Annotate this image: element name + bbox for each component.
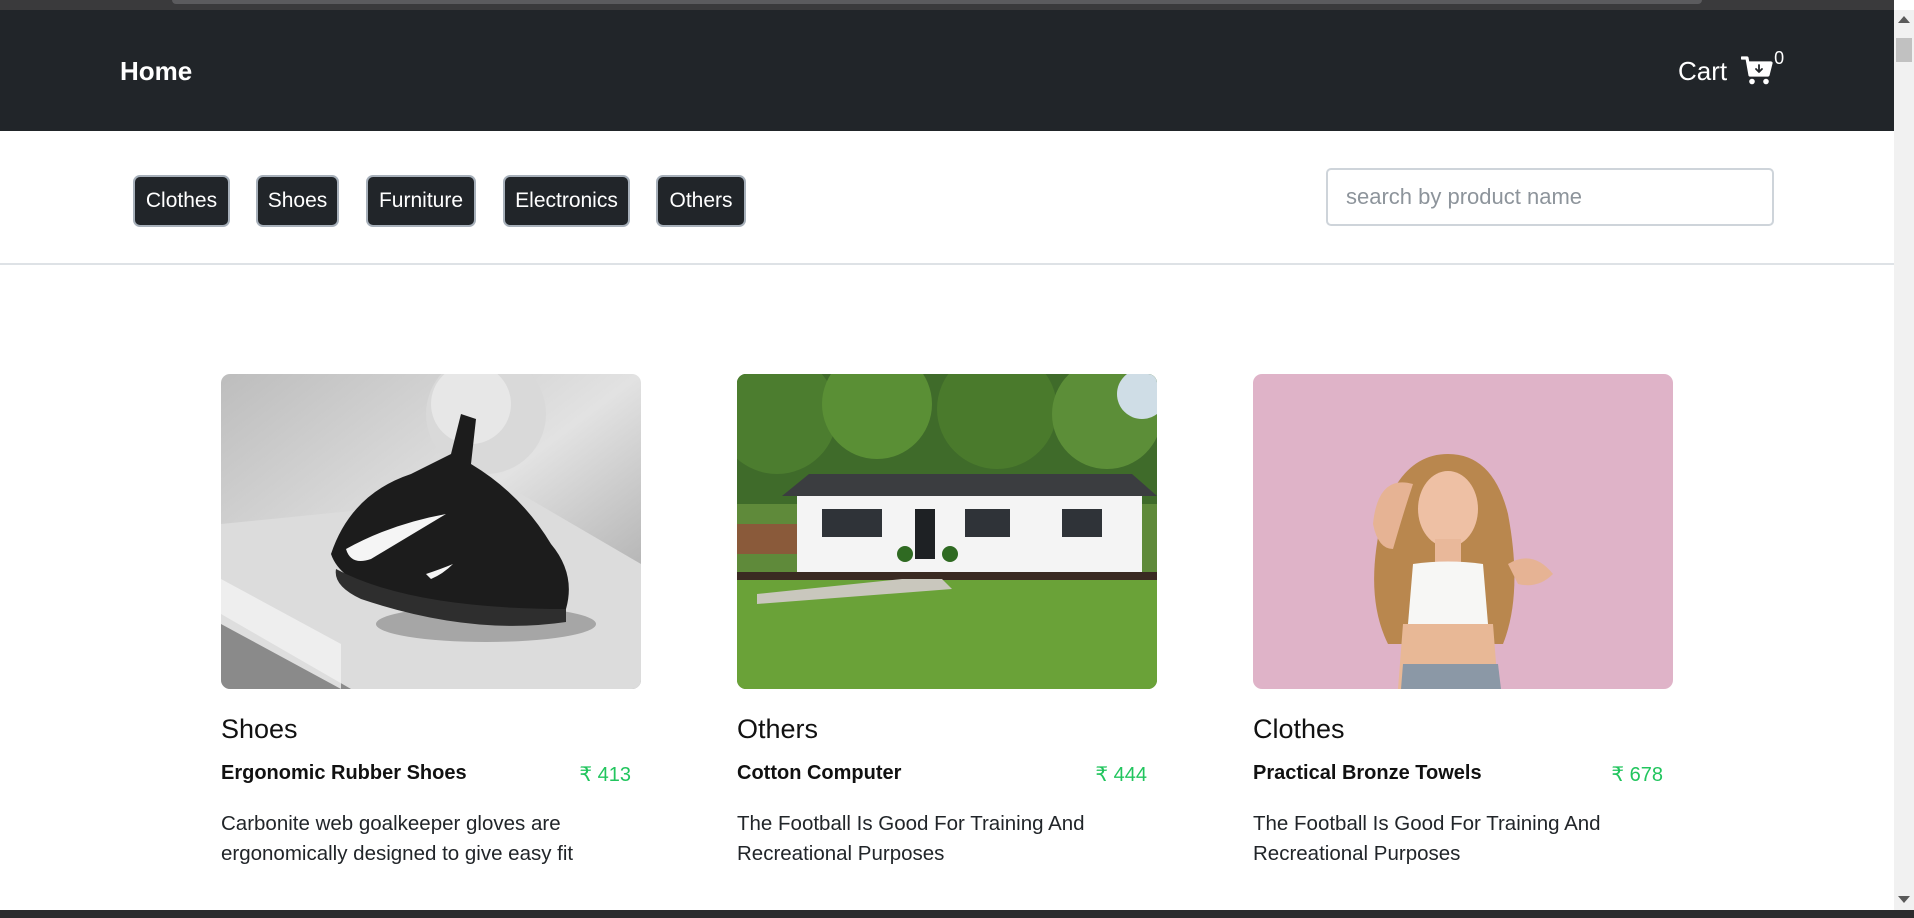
cart-icon — [1741, 56, 1773, 85]
product-category-title: Clothes — [1253, 714, 1345, 744]
product-card[interactable]: Others Cotton Computer ₹ 444 The Footbal… — [737, 374, 1157, 869]
product-card[interactable]: Shoes Ergonomic Rubber Shoes ₹ 413 Carbo… — [221, 374, 641, 869]
category-button-furniture[interactable]: Furniture — [366, 175, 476, 227]
product-image-sneaker — [221, 374, 641, 689]
browser-tab-strip — [172, 0, 1702, 4]
product-category-title: Others — [737, 714, 819, 744]
product-category-title: Shoes — [221, 714, 298, 744]
product-description: Carbonite web goalkeeper gloves are ergo… — [221, 812, 574, 865]
category-button-clothes[interactable]: Clothes — [133, 175, 230, 227]
cart-count-badge: 0 — [1774, 48, 1785, 68]
product-name-price-row: Cotton Computer ₹ 444 — [737, 762, 1147, 792]
product-image-woman — [1253, 374, 1673, 689]
product-name-price-row: Ergonomic Rubber Shoes ₹ 413 — [221, 762, 631, 792]
product-price: ₹ 444 — [1095, 764, 1147, 786]
product-description: The Football Is Good For Training And Re… — [737, 812, 1085, 865]
product-price: ₹ 413 — [579, 764, 631, 786]
scroll-up-arrow-icon[interactable] — [1898, 16, 1910, 23]
browser-chrome-edge — [0, 0, 1894, 10]
cart-label: Cart — [1678, 56, 1728, 86]
home-link[interactable]: Home — [120, 56, 192, 87]
product-name: Ergonomic Rubber Shoes — [221, 762, 467, 784]
navbar: Home Cart 0 — [0, 10, 1894, 131]
category-button-others[interactable]: Others — [656, 175, 746, 227]
filter-bar: Clothes Shoes Furniture Electronics Othe… — [0, 131, 1894, 265]
product-price: ₹ 678 — [1611, 764, 1663, 786]
browser-bottom-edge — [0, 910, 1914, 918]
product-card[interactable]: Clothes Practical Bronze Towels ₹ 678 Th… — [1253, 374, 1673, 869]
search-input[interactable] — [1326, 168, 1774, 226]
category-button-shoes[interactable]: Shoes — [256, 175, 339, 227]
product-description: The Football Is Good For Training And Re… — [1253, 812, 1601, 865]
product-name: Cotton Computer — [737, 762, 902, 784]
scrollbar-thumb[interactable] — [1896, 38, 1912, 62]
cart-link[interactable]: Cart 0 — [1678, 48, 1784, 87]
category-button-electronics[interactable]: Electronics — [503, 175, 630, 227]
page: Home Cart 0 Clothes Shoes Furniture Elec… — [0, 0, 1914, 918]
product-name: Practical Bronze Towels — [1253, 762, 1482, 784]
scroll-down-arrow-icon[interactable] — [1898, 896, 1910, 903]
product-image-house — [737, 374, 1157, 689]
product-name-price-row: Practical Bronze Towels ₹ 678 — [1253, 762, 1663, 792]
page-scrollbar[interactable] — [1894, 10, 1914, 910]
